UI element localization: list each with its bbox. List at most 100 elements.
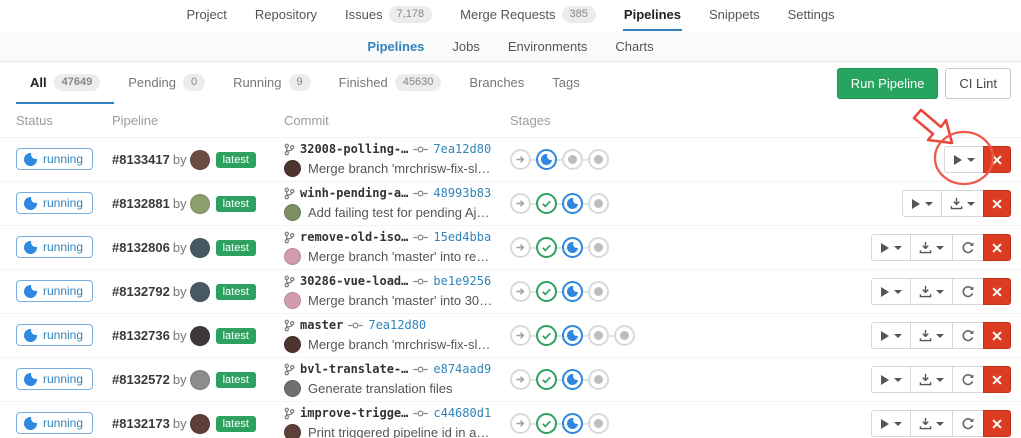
author-avatar[interactable]: [190, 150, 210, 170]
stage-running-icon[interactable]: [562, 325, 583, 346]
stage-running-icon[interactable]: [562, 193, 583, 214]
author-avatar[interactable]: [190, 370, 210, 390]
tab-running[interactable]: Running9: [219, 62, 325, 104]
retry-button[interactable]: [952, 234, 984, 261]
commit-sha-link[interactable]: c44680d1: [433, 406, 491, 420]
artifacts-dropdown-button[interactable]: [910, 322, 953, 349]
artifacts-dropdown-button[interactable]: [941, 190, 984, 217]
commit-sha-link[interactable]: 7ea12d80: [433, 142, 491, 156]
pipeline-link[interactable]: #8132881: [112, 196, 170, 211]
committer-avatar[interactable]: [284, 204, 301, 221]
stage-created-icon[interactable]: [588, 413, 609, 434]
pipeline-link[interactable]: #8132572: [112, 372, 170, 387]
tab-branches[interactable]: Branches: [455, 62, 538, 104]
author-avatar[interactable]: [190, 414, 210, 434]
stage-skipped-icon[interactable]: [510, 413, 531, 434]
stage-created-icon[interactable]: [588, 281, 609, 302]
status-badge[interactable]: running: [16, 192, 93, 214]
subnav-item-jobs[interactable]: Jobs: [451, 31, 480, 61]
stage-running-icon[interactable]: [562, 369, 583, 390]
tab-tags[interactable]: Tags: [538, 62, 593, 104]
retry-button[interactable]: [952, 410, 984, 437]
run-pipeline-button[interactable]: Run Pipeline: [837, 68, 939, 99]
stage-success-icon[interactable]: [536, 237, 557, 258]
ci-lint-button[interactable]: CI Lint: [945, 68, 1011, 99]
play-dropdown-button[interactable]: [871, 366, 911, 393]
artifacts-dropdown-button[interactable]: [910, 234, 953, 261]
stage-skipped-icon[interactable]: [510, 281, 531, 302]
stage-success-icon[interactable]: [536, 193, 557, 214]
author-avatar[interactable]: [190, 326, 210, 346]
branch-link[interactable]: remove-old-iso…: [300, 230, 408, 244]
pipeline-link[interactable]: #8132736: [112, 328, 170, 343]
commit-sha-link[interactable]: 7ea12d80: [368, 318, 426, 332]
cancel-button[interactable]: [983, 234, 1011, 261]
branch-link[interactable]: 32008-polling-…: [300, 142, 408, 156]
branch-link[interactable]: bvl-translate-…: [300, 362, 408, 376]
artifacts-dropdown-button[interactable]: [910, 410, 953, 437]
pipeline-link[interactable]: #8132173: [112, 416, 170, 431]
committer-avatar[interactable]: [284, 248, 301, 265]
commit-sha-link[interactable]: 48993b83: [433, 186, 491, 200]
nav-item-settings[interactable]: Settings: [787, 0, 836, 31]
stage-running-icon[interactable]: [562, 281, 583, 302]
play-dropdown-button[interactable]: [871, 322, 911, 349]
stage-skipped-icon[interactable]: [510, 325, 531, 346]
commit-sha-link[interactable]: e874aad9: [433, 362, 491, 376]
committer-avatar[interactable]: [284, 292, 301, 309]
subnav-item-environments[interactable]: Environments: [507, 31, 588, 61]
nav-item-issues[interactable]: Issues7,178: [344, 0, 433, 31]
subnav-item-charts[interactable]: Charts: [614, 31, 654, 61]
stage-running-icon[interactable]: [536, 149, 557, 170]
play-dropdown-button[interactable]: [871, 410, 911, 437]
status-badge[interactable]: running: [16, 412, 93, 434]
subnav-item-pipelines[interactable]: Pipelines: [366, 31, 425, 61]
stage-running-icon[interactable]: [562, 237, 583, 258]
tab-pending[interactable]: Pending0: [114, 62, 219, 104]
stage-success-icon[interactable]: [536, 369, 557, 390]
stage-success-icon[interactable]: [536, 281, 557, 302]
stage-created-icon[interactable]: [614, 325, 635, 346]
cancel-button[interactable]: [983, 366, 1011, 393]
nav-item-repository[interactable]: Repository: [254, 0, 318, 31]
cancel-button[interactable]: [983, 190, 1011, 217]
stage-created-icon[interactable]: [588, 149, 609, 170]
artifacts-dropdown-button[interactable]: [910, 366, 953, 393]
stage-created-icon[interactable]: [588, 369, 609, 390]
tab-all[interactable]: All47649: [16, 62, 114, 104]
stage-created-icon[interactable]: [588, 237, 609, 258]
cancel-button[interactable]: [983, 322, 1011, 349]
play-dropdown-button[interactable]: [944, 146, 984, 173]
play-dropdown-button[interactable]: [871, 234, 911, 261]
retry-button[interactable]: [952, 322, 984, 349]
branch-link[interactable]: improve-trigge…: [300, 406, 408, 420]
play-dropdown-button[interactable]: [902, 190, 942, 217]
stage-running-icon[interactable]: [562, 413, 583, 434]
cancel-button[interactable]: [983, 410, 1011, 437]
pipeline-link[interactable]: #8132806: [112, 240, 170, 255]
stage-created-icon[interactable]: [588, 325, 609, 346]
status-badge[interactable]: running: [16, 368, 93, 390]
nav-item-merge-requests[interactable]: Merge Requests385: [459, 0, 597, 31]
author-avatar[interactable]: [190, 194, 210, 214]
cancel-button[interactable]: [983, 278, 1011, 305]
status-badge[interactable]: running: [16, 324, 93, 346]
pipeline-link[interactable]: #8132792: [112, 284, 170, 299]
stage-created-icon[interactable]: [562, 149, 583, 170]
stage-success-icon[interactable]: [536, 413, 557, 434]
nav-item-pipelines[interactable]: Pipelines: [623, 0, 682, 31]
branch-link[interactable]: master: [300, 318, 343, 332]
author-avatar[interactable]: [190, 238, 210, 258]
status-badge[interactable]: running: [16, 148, 93, 170]
status-badge[interactable]: running: [16, 280, 93, 302]
cancel-button[interactable]: [983, 146, 1011, 173]
branch-link[interactable]: 30286-vue-load…: [300, 274, 408, 288]
nav-item-project[interactable]: Project: [185, 0, 227, 31]
status-badge[interactable]: running: [16, 236, 93, 258]
play-dropdown-button[interactable]: [871, 278, 911, 305]
pipeline-link[interactable]: #8133417: [112, 152, 170, 167]
stage-success-icon[interactable]: [536, 325, 557, 346]
branch-link[interactable]: winh-pending-a…: [300, 186, 408, 200]
author-avatar[interactable]: [190, 282, 210, 302]
stage-skipped-icon[interactable]: [510, 149, 531, 170]
